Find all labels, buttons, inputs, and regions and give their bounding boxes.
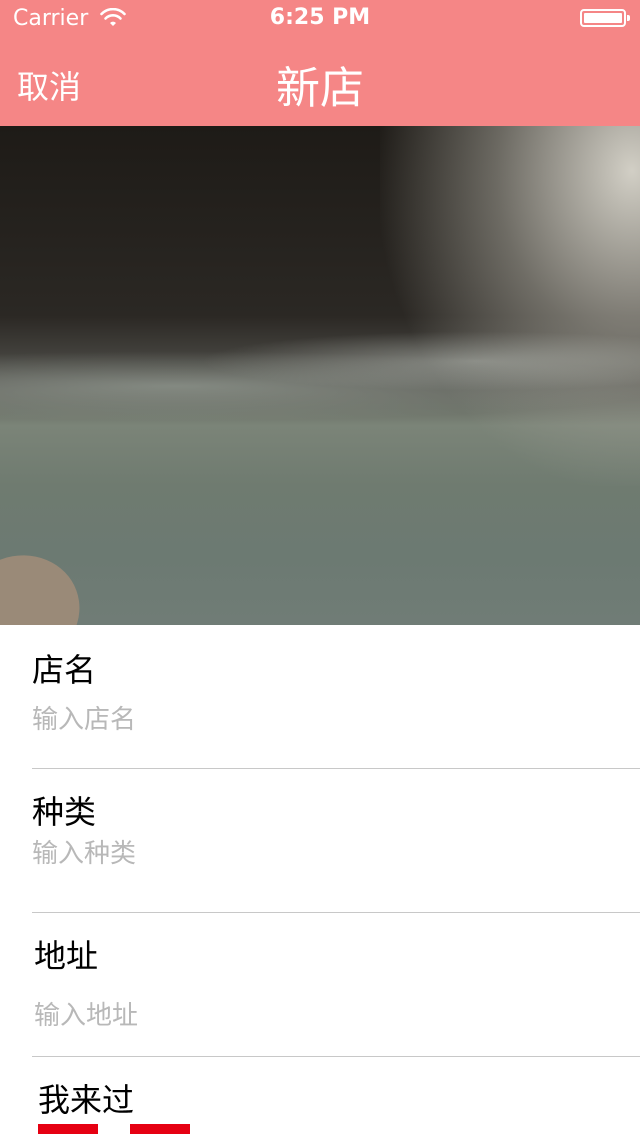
page-title: 新店 [276,63,364,114]
visited-label: 我来过 [38,1081,135,1119]
shop-address-input[interactable] [34,1001,594,1031]
shop-type-field: 种类 [32,769,640,913]
shop-type-label: 种类 [32,793,97,831]
visited-option-yes[interactable] [38,1124,98,1134]
shop-name-label: 店名 [32,651,97,689]
photo-wave [200,331,640,391]
shop-name-field: 店名 [32,625,640,769]
photo-mist [380,126,640,486]
shop-name-input[interactable] [32,705,592,735]
visited-option-no[interactable] [130,1124,190,1134]
shop-photo[interactable] [0,126,640,625]
status-bar: Carrier 6:25 PM [0,0,640,40]
photo-rock [0,538,96,625]
clock-time: 6:25 PM [269,5,371,30]
shop-address-label: 地址 [34,937,99,975]
shop-address-field: 地址 [32,913,640,1057]
shop-type-input[interactable] [32,839,592,869]
navigation-bar: Carrier 6:25 PM 取消 新店 [0,0,640,126]
battery-icon [580,9,630,27]
